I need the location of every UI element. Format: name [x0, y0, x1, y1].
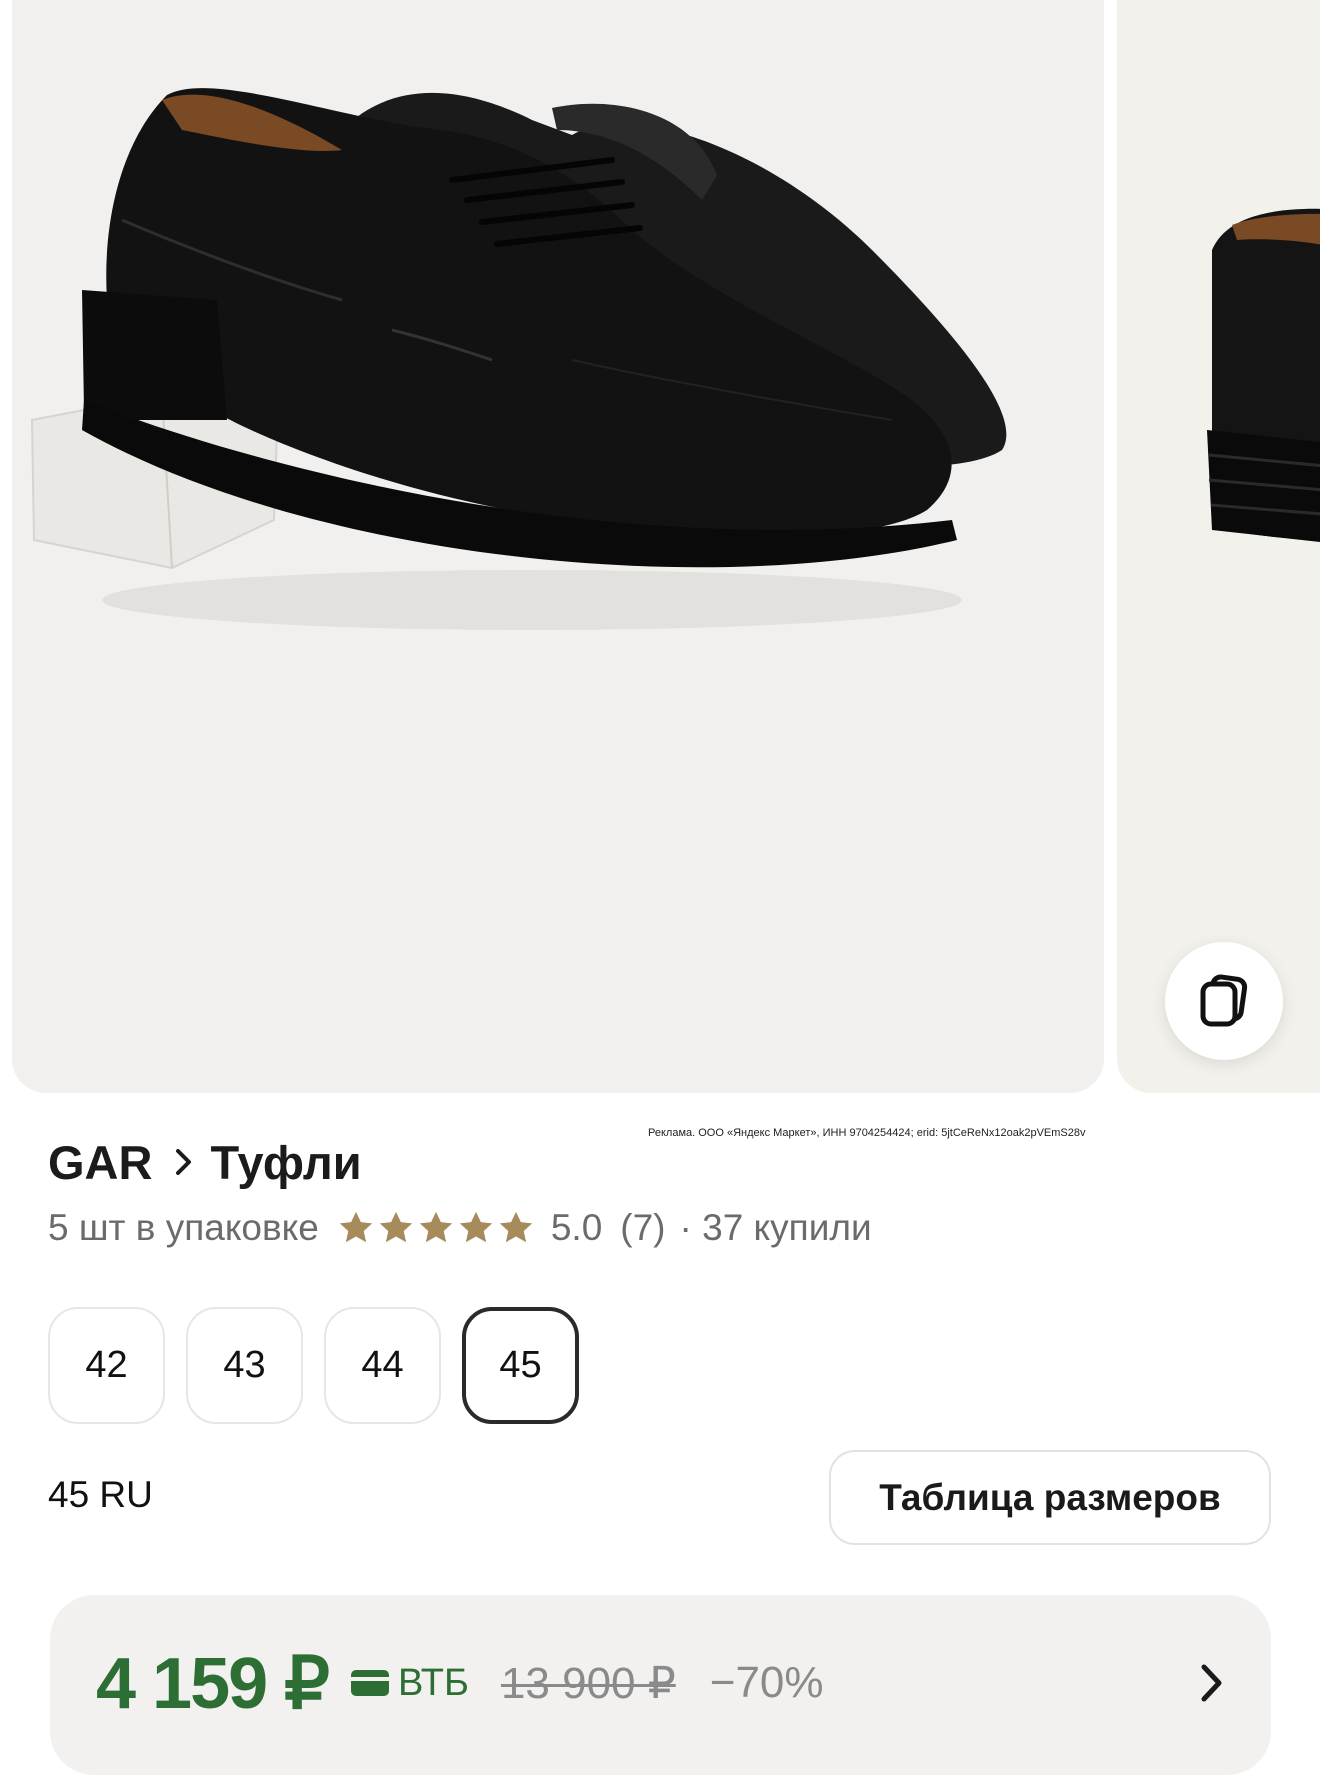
product-gallery[interactable]: [0, 0, 1320, 1095]
discount-badge: −70%: [709, 1658, 824, 1707]
shoe-image: [30, 88, 1007, 630]
reviews-count[interactable]: (7): [620, 1207, 665, 1249]
bought-count: · 37 купили: [679, 1207, 872, 1248]
star-icon: [339, 1211, 372, 1243]
size-selector: 42 43 44 45: [48, 1307, 600, 1424]
star-icon: [459, 1211, 492, 1243]
gallery-button[interactable]: [1165, 942, 1283, 1060]
current-price: 4 159 ₽: [96, 1644, 330, 1724]
chevron-right-icon[interactable]: [1197, 1661, 1227, 1705]
ad-disclaimer: Реклама. ООО «Яндекс Маркет», ИНН 970425…: [648, 1127, 1086, 1139]
price-row: 4 159 ₽ ВТБ 13 900 ₽ −70%: [96, 1643, 824, 1724]
pack-info: 5 шт в упаковке: [48, 1207, 319, 1248]
rating-stars[interactable]: [337, 1209, 537, 1247]
card-icon: [351, 1670, 389, 1696]
star-icon: [499, 1211, 532, 1243]
breadcrumb: GAR Туфли: [48, 1132, 362, 1192]
selected-size-label: 45 RU: [48, 1474, 153, 1515]
chevron-right-icon: [174, 1147, 194, 1177]
product-photo-main[interactable]: [12, 0, 1104, 1093]
size-option-selected[interactable]: 45: [462, 1307, 579, 1424]
size-option[interactable]: 42: [48, 1307, 165, 1424]
bank-badge: ВТБ: [350, 1662, 469, 1705]
old-price: 13 900 ₽: [500, 1658, 676, 1708]
product-photo-next[interactable]: [1117, 0, 1320, 1093]
product-meta: 5 шт в упаковке 5.0 (7) · 37 купили: [48, 1200, 872, 1256]
star-icon: [379, 1211, 412, 1243]
gallery-icon: [1200, 974, 1248, 1027]
size-option[interactable]: 43: [186, 1307, 303, 1424]
size-table-button[interactable]: Таблица размеров: [829, 1450, 1271, 1545]
shoe-image-partial: [1207, 208, 1320, 542]
price-card[interactable]: 4 159 ₽ ВТБ 13 900 ₽ −70%: [50, 1595, 1271, 1775]
brand-link[interactable]: GAR: [48, 1135, 152, 1190]
star-icon: [419, 1211, 452, 1243]
size-option[interactable]: 44: [324, 1307, 441, 1424]
category-link[interactable]: Туфли: [210, 1135, 361, 1190]
bank-name: ВТБ: [398, 1661, 469, 1704]
rating-value: 5.0: [550, 1207, 603, 1248]
